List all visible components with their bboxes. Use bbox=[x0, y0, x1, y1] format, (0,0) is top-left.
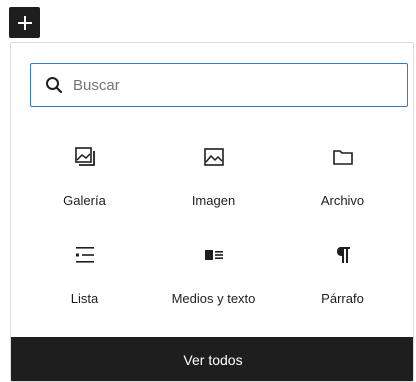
block-item-image[interactable]: Imagen bbox=[149, 127, 278, 213]
search-input[interactable] bbox=[73, 76, 373, 94]
search-box[interactable] bbox=[30, 63, 408, 107]
block-label: Archivo bbox=[320, 193, 365, 208]
block-item-list[interactable]: Lista bbox=[20, 225, 149, 311]
add-block-toggle-button[interactable] bbox=[9, 7, 40, 38]
block-grid: Galería Imagen Archivo Lista Medios y te… bbox=[11, 127, 413, 311]
block-label: Galería bbox=[63, 193, 106, 208]
gallery-icon bbox=[74, 143, 96, 171]
browse-all-button[interactable]: Ver todos bbox=[11, 337, 413, 381]
block-item-paragraph[interactable]: Párrafo bbox=[278, 225, 407, 311]
block-item-file[interactable]: Archivo bbox=[278, 127, 407, 213]
block-label: Párrafo bbox=[321, 291, 364, 306]
block-label: Medios y texto bbox=[171, 291, 256, 306]
paragraph-icon bbox=[332, 241, 354, 269]
block-label: Imagen bbox=[191, 193, 236, 208]
plus-icon bbox=[17, 15, 32, 30]
list-icon bbox=[74, 241, 96, 269]
search-icon bbox=[43, 74, 65, 96]
image-icon bbox=[203, 143, 225, 171]
media-text-icon bbox=[203, 241, 225, 269]
block-item-gallery[interactable]: Galería bbox=[20, 127, 149, 213]
block-item-media-text[interactable]: Medios y texto bbox=[149, 225, 278, 311]
block-label: Lista bbox=[70, 291, 99, 306]
folder-icon bbox=[332, 143, 354, 171]
browse-all-label: Ver todos bbox=[183, 352, 243, 368]
block-inserter-panel: Galería Imagen Archivo bbox=[10, 42, 414, 382]
